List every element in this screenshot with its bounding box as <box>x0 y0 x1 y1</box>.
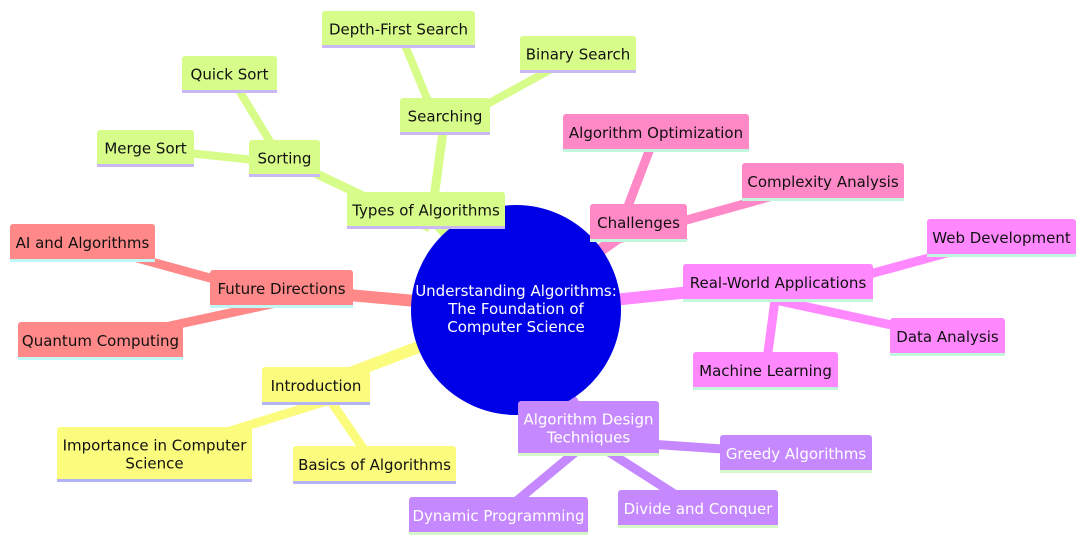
node-sorting-underline <box>249 174 320 177</box>
node-design[interactable]: Algorithm DesignTechniques <box>518 401 659 456</box>
node-basics-underline <box>293 481 456 484</box>
node-ml-label: Machine Learning <box>699 362 832 380</box>
node-data-analysis[interactable]: Data Analysis <box>890 318 1005 356</box>
node-dfs-label: Depth-First Search <box>329 21 468 39</box>
node-dynamic[interactable]: Dynamic Programming <box>409 497 588 535</box>
node-greedy-underline <box>720 470 872 473</box>
node-complexity[interactable]: Complexity Analysis <box>742 163 904 201</box>
node-greedy[interactable]: Greedy Algorithms <box>720 435 872 473</box>
node-ai-underline <box>10 259 155 262</box>
node-dfs[interactable]: Depth-First Search <box>322 11 475 48</box>
node-binary-search[interactable]: Binary Search <box>520 36 636 73</box>
node-types-label: Types of Algorithms <box>351 202 500 220</box>
node-importance-underline <box>57 479 252 482</box>
node-greedy-label: Greedy Algorithms <box>726 445 867 463</box>
node-binary-search-underline <box>520 70 636 73</box>
node-importance[interactable]: Importance in ComputerScience <box>57 427 252 482</box>
node-future-label: Future Directions <box>217 280 345 298</box>
node-types[interactable]: Types of Algorithms <box>347 192 505 229</box>
node-applications[interactable]: Real-World Applications <box>683 264 873 302</box>
node-applications-underline <box>683 299 873 302</box>
node-applications-label: Real-World Applications <box>690 274 867 292</box>
node-quantum-label: Quantum Computing <box>22 332 179 350</box>
node-data-analysis-label: Data Analysis <box>896 328 999 346</box>
node-web-dev-label: Web Development <box>932 229 1071 247</box>
node-intro-underline <box>262 402 370 405</box>
node-merge-sort[interactable]: Merge Sort <box>97 130 194 167</box>
node-design-label: Techniques <box>546 429 631 447</box>
node-merge-sort-underline <box>97 164 194 167</box>
node-sorting-label: Sorting <box>258 150 312 168</box>
node-optimization-label: Algorithm Optimization <box>569 124 743 142</box>
node-intro-label: Introduction <box>271 377 362 395</box>
node-divide-label: Divide and Conquer <box>624 500 774 518</box>
nodes-layer: Understanding Algorithms:The Foundation … <box>10 11 1076 535</box>
node-optimization-underline <box>563 149 749 152</box>
node-complexity-underline <box>742 198 904 201</box>
root-node[interactable]: Understanding Algorithms:The Foundation … <box>411 205 621 415</box>
root-label: Computer Science <box>447 318 584 336</box>
node-divide-underline <box>618 525 778 528</box>
node-searching-label: Searching <box>408 108 483 126</box>
node-importance-label: Science <box>125 455 183 473</box>
root-label: Understanding Algorithms: <box>415 282 617 300</box>
node-divide[interactable]: Divide and Conquer <box>618 490 778 528</box>
node-dynamic-underline <box>409 532 588 535</box>
node-quick-sort[interactable]: Quick Sort <box>182 56 277 93</box>
node-design-underline <box>518 453 659 456</box>
node-future[interactable]: Future Directions <box>210 270 353 308</box>
node-data-analysis-underline <box>890 353 1005 356</box>
mindmap-canvas: Understanding Algorithms:The Foundation … <box>10 11 1076 535</box>
node-future-underline <box>210 305 353 308</box>
node-basics[interactable]: Basics of Algorithms <box>293 446 456 484</box>
node-basics-label: Basics of Algorithms <box>298 456 451 474</box>
node-complexity-label: Complexity Analysis <box>747 173 898 191</box>
node-importance-label: Importance in Computer <box>63 437 248 455</box>
node-web-dev-underline <box>927 254 1076 257</box>
node-ml[interactable]: Machine Learning <box>693 352 838 390</box>
node-ai[interactable]: AI and Algorithms <box>10 224 155 262</box>
node-quantum[interactable]: Quantum Computing <box>18 322 183 360</box>
node-intro[interactable]: Introduction <box>262 367 370 405</box>
node-dynamic-label: Dynamic Programming <box>412 507 584 525</box>
node-quick-sort-label: Quick Sort <box>191 66 269 84</box>
node-web-dev[interactable]: Web Development <box>927 219 1076 257</box>
node-challenges-underline <box>590 239 687 242</box>
node-dfs-underline <box>322 45 475 48</box>
node-quick-sort-underline <box>182 90 277 93</box>
node-ml-underline <box>693 387 838 390</box>
node-binary-search-label: Binary Search <box>526 46 631 64</box>
root-label: The Foundation of <box>447 300 584 318</box>
node-quantum-underline <box>18 357 183 360</box>
node-challenges-label: Challenges <box>597 214 680 232</box>
node-merge-sort-label: Merge Sort <box>104 140 186 158</box>
node-design-label: Algorithm Design <box>523 411 653 429</box>
node-types-underline <box>347 226 505 229</box>
node-ai-label: AI and Algorithms <box>16 234 150 252</box>
node-optimization[interactable]: Algorithm Optimization <box>563 114 749 152</box>
node-searching-underline <box>400 132 490 135</box>
node-challenges[interactable]: Challenges <box>590 204 687 242</box>
node-searching[interactable]: Searching <box>400 98 490 135</box>
node-sorting[interactable]: Sorting <box>249 140 320 177</box>
